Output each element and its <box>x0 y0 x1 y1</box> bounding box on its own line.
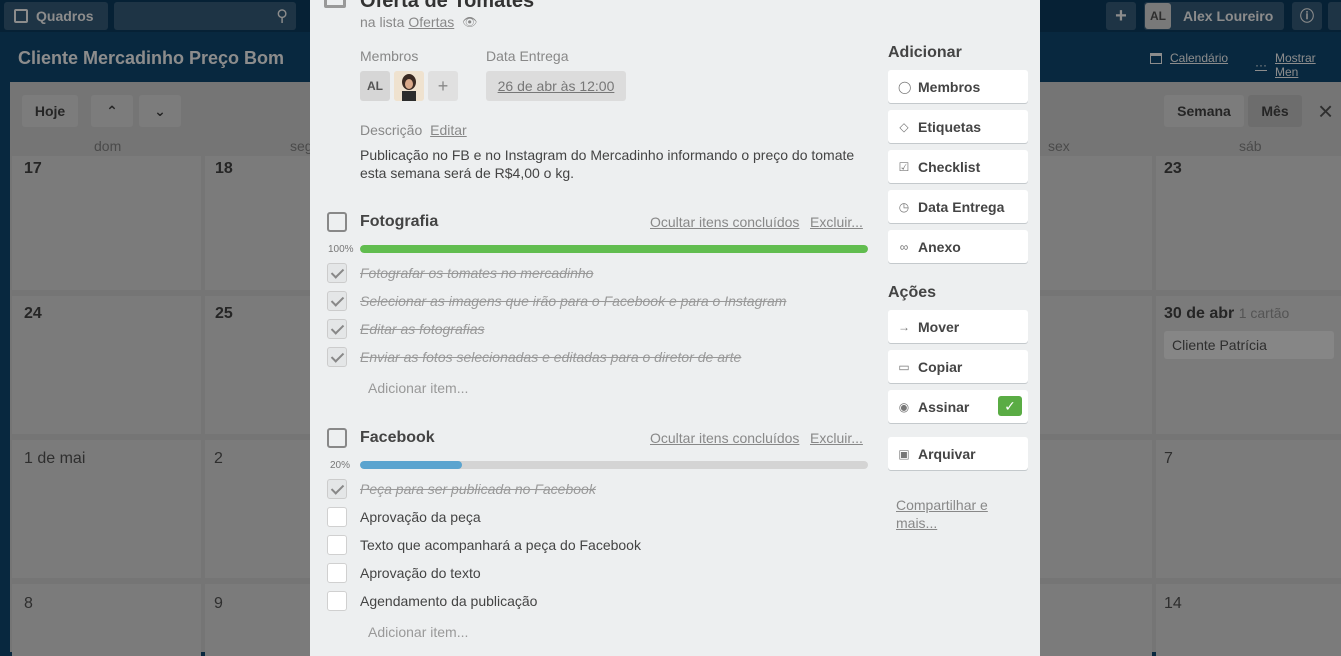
add-member-button[interactable]: + <box>428 71 458 101</box>
person-photo-icon <box>394 71 424 101</box>
checklist-item[interactable]: Agendamento da publicação <box>360 593 537 609</box>
checklist-item[interactable]: Fotografar os tomates no mercadinho <box>360 265 593 281</box>
progress-percent: 20% <box>330 460 351 471</box>
checklist-button[interactable]: ☑ Checklist <box>888 150 1028 183</box>
hide-completed-link[interactable]: Ocultar itens concluídos <box>650 430 799 446</box>
add-section-title: Adicionar <box>888 44 962 61</box>
checkmark-icon: ✓ <box>998 396 1022 416</box>
labels-button[interactable]: ◇ Etiquetas <box>888 110 1028 143</box>
archive-icon: ▣ <box>898 446 910 461</box>
checklist-item[interactable]: Peça para ser publicada no Facebook <box>360 481 596 497</box>
copy-button[interactable]: ▭ Copiar <box>888 350 1028 383</box>
checklist-checkbox[interactable] <box>327 347 347 367</box>
checklist-item[interactable]: Aprovação do texto <box>360 565 481 581</box>
checklist-item[interactable]: Editar as fotografias <box>360 321 485 337</box>
checklist-checkbox[interactable] <box>327 535 347 555</box>
archive-button[interactable]: ▣ Arquivar <box>888 437 1028 470</box>
add-item-link[interactable]: Adicionar item... <box>368 380 468 396</box>
member-avatar[interactable]: AL <box>360 71 390 101</box>
checklist-checkbox[interactable] <box>327 591 347 611</box>
progress-fill <box>360 461 462 469</box>
card-title[interactable]: Oferta de Tomates <box>360 0 534 13</box>
attachment-button[interactable]: ∞ Anexo <box>888 230 1028 263</box>
delete-checklist-link[interactable]: Excluir... <box>810 214 863 230</box>
checklist-item[interactable]: Texto que acompanhará a peça do Facebook <box>360 537 641 553</box>
checklist-title[interactable]: Fotografia <box>360 213 438 231</box>
checklist-item[interactable]: Enviar as fotos selecionadas e editadas … <box>360 349 741 365</box>
progress-percent: 100% <box>328 244 354 255</box>
subscribe-button[interactable]: ◉ Assinar ✓ <box>888 390 1028 423</box>
checklist-icon <box>327 212 347 232</box>
paperclip-icon: ∞ <box>899 239 909 254</box>
progress-bar <box>360 461 868 469</box>
eye-icon: 👁 <box>462 15 478 29</box>
tag-icon: ◇ <box>899 119 909 134</box>
share-more-link[interactable]: Compartilhar e mais... <box>896 496 1016 532</box>
progress-bar <box>360 245 868 253</box>
member-photo-avatar[interactable] <box>394 71 424 101</box>
checklist-checkbox[interactable] <box>327 291 347 311</box>
person-icon: ◯ <box>898 79 912 94</box>
checklist-checkbox[interactable] <box>327 507 347 527</box>
move-button[interactable]: → Mover <box>888 310 1028 343</box>
card-icon <box>324 0 346 8</box>
checklist-title[interactable]: Facebook <box>360 429 435 447</box>
members-label: Membros <box>360 48 419 64</box>
progress-fill <box>360 245 868 253</box>
checklist-checkbox[interactable] <box>327 263 347 283</box>
arrow-right-icon: → <box>898 319 910 334</box>
checklist-icon <box>327 428 347 448</box>
eye-icon: ◉ <box>898 399 910 414</box>
due-date-button[interactable]: ◷ Data Entrega <box>888 190 1028 223</box>
add-item-link[interactable]: Adicionar item... <box>368 624 468 640</box>
due-date-label: Data Entrega <box>486 48 569 64</box>
description-label: Descrição Editar <box>360 122 467 138</box>
delete-checklist-link[interactable]: Excluir... <box>810 430 863 446</box>
checklist-checkbox[interactable] <box>327 479 347 499</box>
checkbox-icon: ☑ <box>898 159 910 174</box>
copy-icon: ▭ <box>898 359 910 374</box>
clock-icon: ◷ <box>898 199 910 214</box>
description-text: Publicação no FB e no Instagram do Merca… <box>360 147 855 181</box>
members-button[interactable]: ◯ Membros <box>888 70 1028 103</box>
hide-completed-link[interactable]: Ocultar itens concluídos <box>650 214 799 230</box>
list-reference: na lista Ofertas 👁 <box>360 14 478 30</box>
list-link[interactable]: Ofertas <box>408 14 454 30</box>
checklist-checkbox[interactable] <box>327 563 347 583</box>
due-date-badge[interactable]: 26 de abr às 12:00 <box>486 71 626 101</box>
checklist-checkbox[interactable] <box>327 319 347 339</box>
checklist-item[interactable]: Aprovação da peça <box>360 509 481 525</box>
edit-description-link[interactable]: Editar <box>430 122 467 138</box>
actions-section-title: Ações <box>888 284 937 301</box>
checklist-item[interactable]: Selecionar as imagens que irão para o Fa… <box>360 293 786 309</box>
